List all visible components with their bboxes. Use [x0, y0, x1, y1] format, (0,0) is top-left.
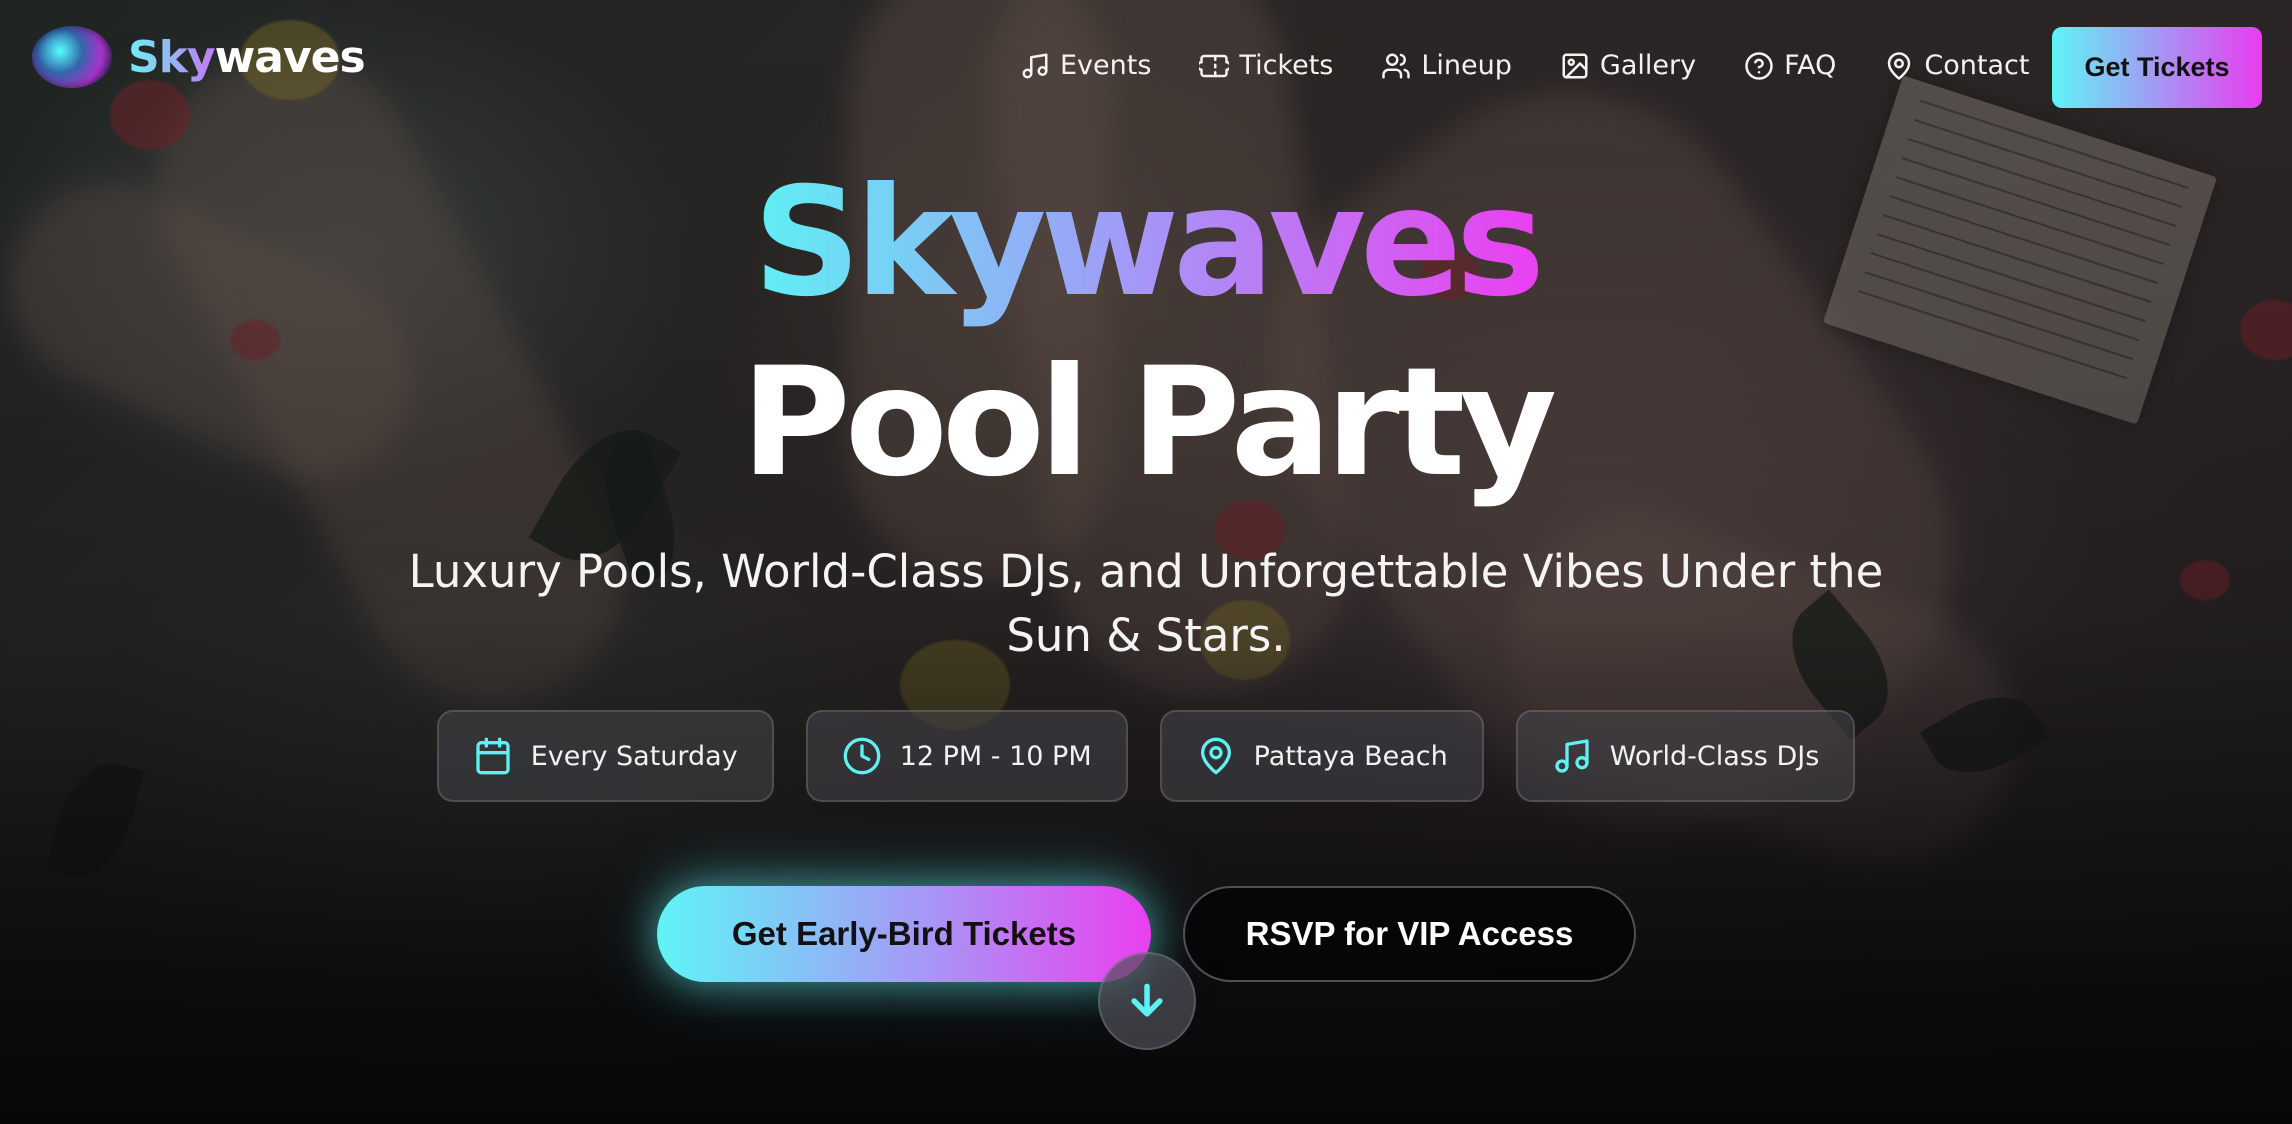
map-pin-icon	[1200, 737, 1231, 775]
nav-item-label: Tickets	[1239, 50, 1334, 81]
scroll-down-button[interactable]	[1098, 952, 1196, 1050]
brand-name-sky: Sky	[128, 31, 216, 83]
nav-item-label: FAQ	[1784, 50, 1837, 81]
info-pill-location: Pattaya Beach	[1159, 710, 1484, 802]
nav-links: Events Tickets Lineup Gallery FAQ Contac…	[1020, 50, 2029, 81]
info-pill-day: Every Saturday	[436, 710, 774, 802]
nav-item-faq[interactable]: FAQ	[1744, 50, 1836, 81]
help-circle-icon	[1745, 51, 1773, 80]
music-note-icon	[1022, 53, 1048, 78]
info-pill-label: Every Saturday	[530, 740, 738, 772]
info-pill-djs: World-Class DJs	[1515, 710, 1856, 802]
navbar: Skywaves Events Tickets Lineup Gallery F…	[0, 0, 2292, 136]
info-pill-time: 12 PM - 10 PM	[805, 710, 1128, 802]
nav-item-label: Contact	[1924, 50, 2030, 81]
users-icon	[1382, 53, 1411, 78]
arrow-down-icon	[1131, 983, 1163, 1017]
info-pill-label: Pattaya Beach	[1253, 740, 1448, 772]
nav-item-events[interactable]: Events	[1020, 50, 1151, 81]
ticket-icon	[1199, 54, 1230, 77]
event-info-pills: Every Saturday 12 PM - 10 PM Pattaya Bea…	[0, 710, 2292, 802]
nav-item-gallery[interactable]: Gallery	[1560, 50, 1696, 81]
hero-title-brand: Skywaves	[0, 164, 2292, 323]
nav-item-tickets[interactable]: Tickets	[1199, 50, 1333, 81]
info-pill-label: World-Class DJs	[1609, 740, 1820, 772]
nav-item-label: Lineup	[1421, 50, 1512, 81]
brand-name: Skywaves	[128, 31, 366, 83]
brand-home-link[interactable]: Skywaves	[32, 26, 366, 88]
hero-title-event: Pool Party	[740, 336, 1557, 510]
rsvp-vip-button[interactable]: RSVP for VIP Access	[1183, 886, 1636, 982]
calendar-icon	[476, 737, 510, 775]
get-tickets-button[interactable]: Get Tickets	[2052, 27, 2262, 108]
music-note-icon	[1555, 739, 1589, 773]
nav-item-label: Gallery	[1599, 50, 1697, 81]
logo-icon	[32, 26, 112, 88]
clock-icon	[843, 737, 881, 775]
brand-name-waves: waves	[214, 31, 366, 83]
early-bird-tickets-button[interactable]: Get Early-Bird Tickets	[657, 886, 1151, 982]
hero-subtitle: Luxury Pools, World-Class DJs, and Unfor…	[408, 545, 1884, 662]
nav-item-label: Events	[1060, 50, 1152, 81]
map-pin-icon	[1888, 51, 1911, 80]
info-pill-label: 12 PM - 10 PM	[899, 740, 1092, 772]
nav-item-contact[interactable]: Contact	[1884, 50, 2029, 81]
image-icon	[1562, 53, 1588, 78]
hero-title-brand-text: Skywaves	[752, 156, 1545, 330]
nav-item-lineup[interactable]: Lineup	[1381, 50, 1512, 81]
